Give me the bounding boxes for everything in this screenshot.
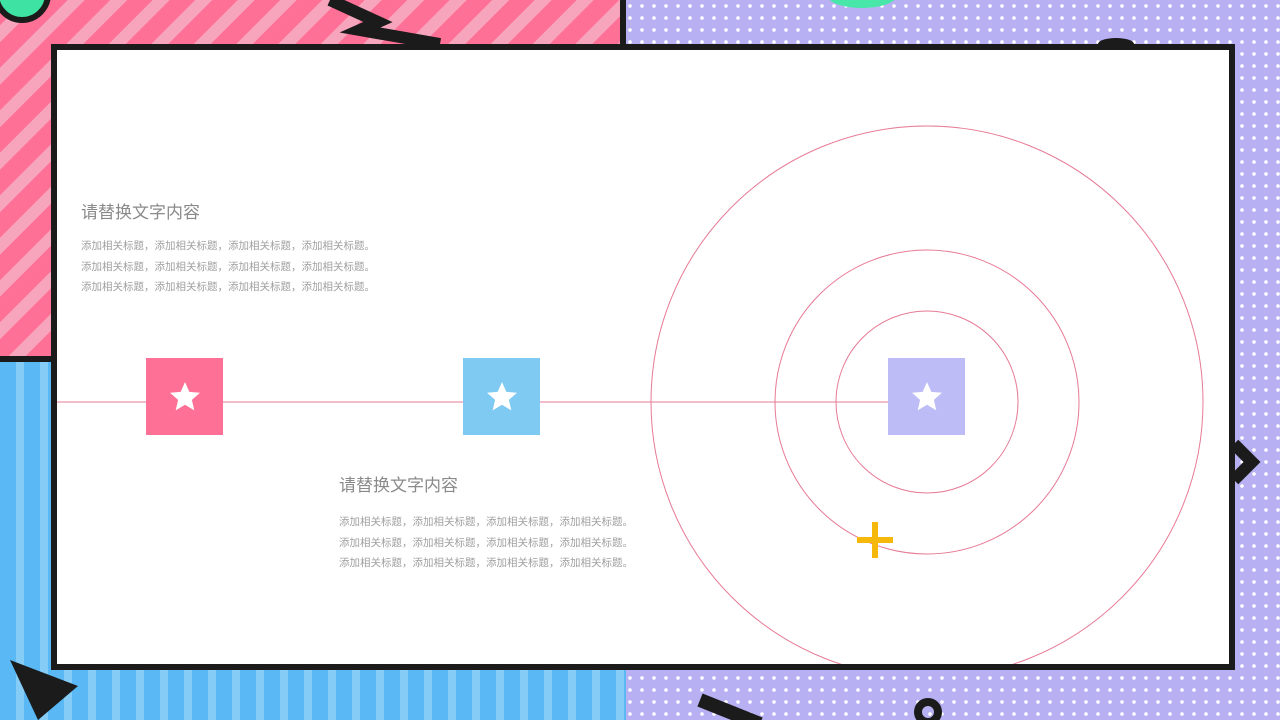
bar-decoration — [697, 693, 763, 720]
block-line: 添加相关标题，添加相关标题，添加相关标题，添加相关标题。 — [81, 260, 375, 273]
block-line: 添加相关标题，添加相关标题，添加相关标题，添加相关标题。 — [81, 240, 375, 252]
star-icon — [911, 381, 942, 410]
star-icon — [486, 381, 517, 410]
block-line: 添加相关标题，添加相关标题，添加相关标题，添加相关标题。 — [339, 536, 633, 549]
ring-decoration — [914, 698, 942, 720]
timeline-marker-pink — [146, 358, 223, 435]
timeline-marker-blue — [463, 358, 540, 435]
zigzag-decoration — [327, 0, 442, 50]
concentric-rings — [57, 125, 1204, 664]
timeline-marker-lavender — [888, 358, 965, 435]
chevron-decoration — [1229, 439, 1261, 485]
content-card: 请替换文字内容 添加相关标题，添加相关标题，添加相关标题，添加相关标题。 添加相… — [51, 44, 1235, 670]
block-line: 添加相关标题，添加相关标题，添加相关标题，添加相关标题。 — [81, 281, 375, 293]
block-line: 添加相关标题，添加相关标题，添加相关标题，添加相关标题。 — [339, 516, 633, 528]
mint-dot-decoration — [829, 0, 895, 8]
text-block-bottom: 请替换文字内容 添加相关标题，添加相关标题，添加相关标题，添加相关标题。 添加相… — [339, 475, 633, 574]
text-block-top: 请替换文字内容 添加相关标题，添加相关标题，添加相关标题，添加相关标题。 添加相… — [81, 202, 375, 298]
green-circle-decoration — [0, 0, 51, 23]
block-line: 添加相关标题，添加相关标题，添加相关标题，添加相关标题。 — [339, 557, 633, 569]
block-heading: 请替换文字内容 — [339, 476, 458, 496]
block-heading: 请替换文字内容 — [81, 203, 200, 223]
plus-icon — [857, 522, 893, 558]
star-icon — [169, 381, 200, 410]
